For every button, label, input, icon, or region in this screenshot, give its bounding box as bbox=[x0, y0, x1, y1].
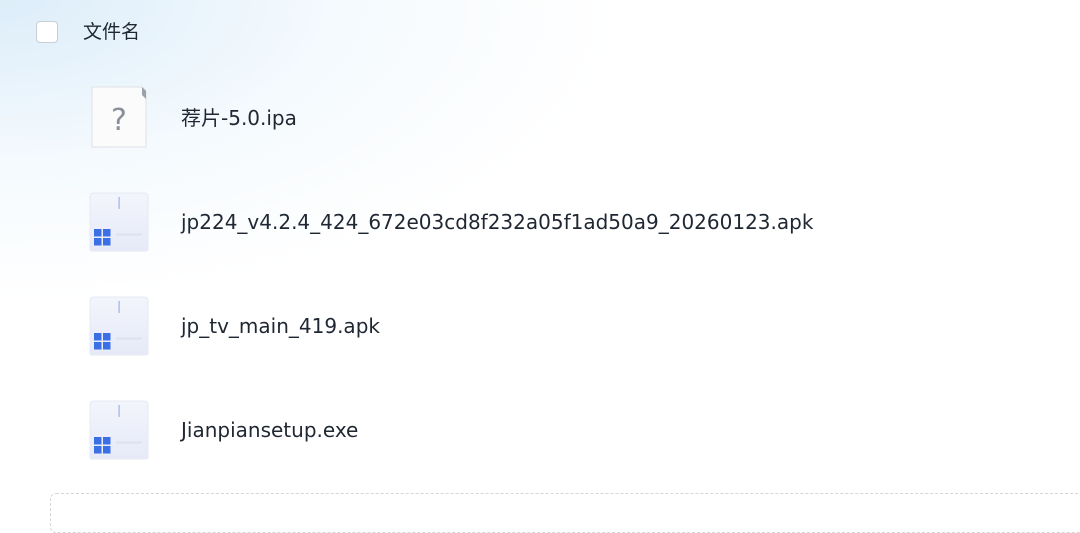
file-name[interactable]: jp_tv_main_419.apk bbox=[181, 314, 380, 338]
svg-text:?: ? bbox=[111, 103, 127, 138]
unknown-file-icon: ? bbox=[86, 85, 152, 151]
file-row[interactable]: jp_tv_main_419.apk bbox=[0, 274, 1080, 378]
file-row[interactable]: ? 荐片-5.0.ipa bbox=[0, 66, 1080, 170]
windows-app-file-icon bbox=[86, 189, 152, 255]
file-row[interactable]: Jianpiansetup.exe bbox=[0, 378, 1080, 482]
file-name[interactable]: Jianpiansetup.exe bbox=[181, 418, 358, 442]
dashed-drop-area bbox=[50, 493, 1080, 533]
file-name[interactable]: jp224_v4.2.4_424_672e03cd8f232a05f1ad50a… bbox=[181, 210, 813, 234]
windows-app-file-icon bbox=[86, 293, 152, 359]
file-list-header: 文件名 bbox=[0, 0, 1080, 66]
column-header-filename[interactable]: 文件名 bbox=[83, 20, 140, 44]
select-all-checkbox[interactable] bbox=[36, 21, 58, 43]
windows-app-file-icon bbox=[86, 397, 152, 463]
file-name[interactable]: 荐片-5.0.ipa bbox=[181, 106, 297, 130]
file-row[interactable]: jp224_v4.2.4_424_672e03cd8f232a05f1ad50a… bbox=[0, 170, 1080, 274]
